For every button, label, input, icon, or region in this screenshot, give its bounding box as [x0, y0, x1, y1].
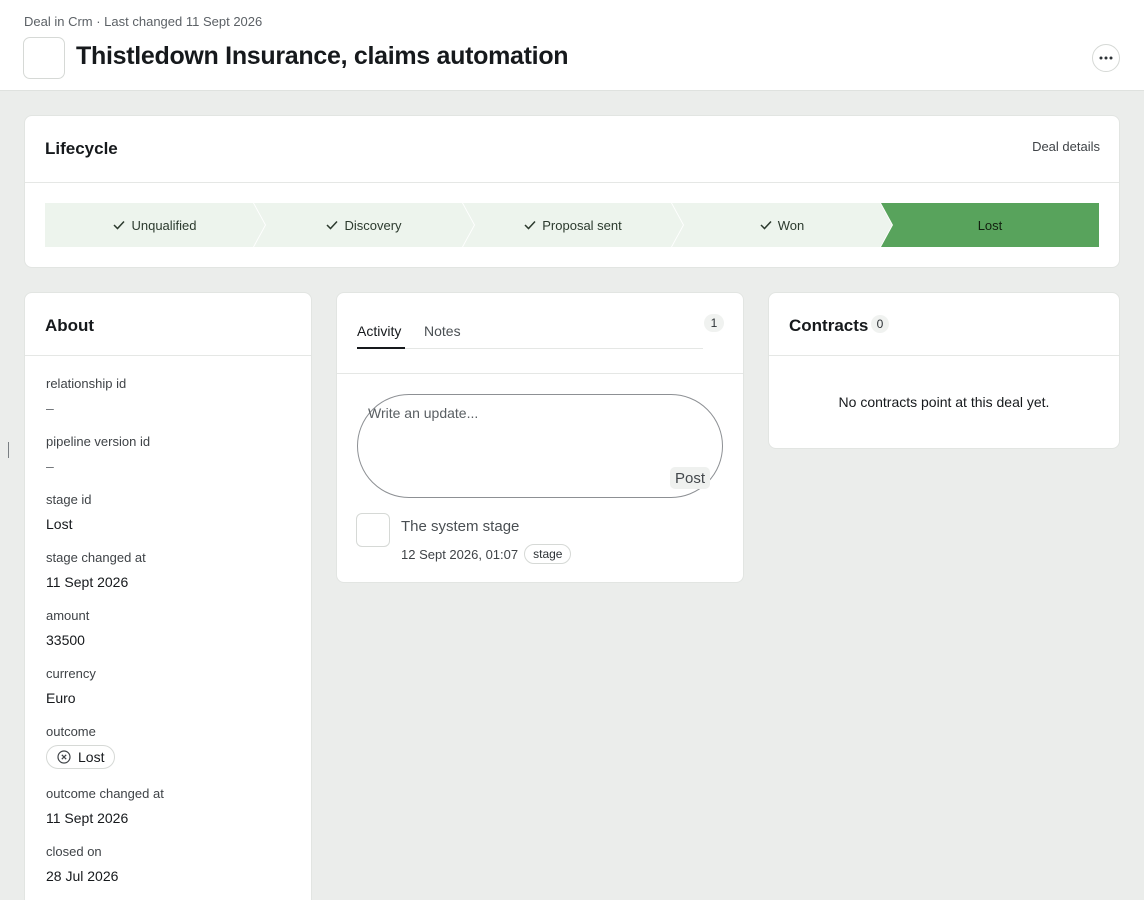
stage-label: Proposal sent: [542, 217, 622, 233]
activity-card: Activity Notes 1 Post The system stage 1…: [336, 292, 744, 583]
stage-proposal-sent[interactable]: Proposal sent: [463, 203, 683, 247]
contracts-count-badge: 0: [871, 315, 889, 333]
tab-divider: [357, 348, 703, 349]
field-value: 11 Sept 2026: [46, 810, 129, 826]
event-title: The system stage: [401, 518, 520, 535]
field-label: currency: [46, 666, 96, 681]
contracts-empty-state: No contracts point at this deal yet.: [838, 394, 1050, 410]
event-tag: stage: [524, 544, 572, 564]
activity-count-badge: 1: [704, 314, 724, 332]
post-button[interactable]: Post: [670, 467, 711, 489]
contracts-divider: [769, 355, 1119, 356]
more-actions-button[interactable]: [1092, 44, 1120, 72]
field-amount: amount 33500: [46, 608, 89, 648]
stage-pipeline: Unqualified Discovery Proposal sent Won …: [45, 203, 1099, 247]
field-value: 33500: [46, 632, 85, 648]
stage-discovery[interactable]: Discovery: [254, 203, 474, 247]
check-icon: [760, 220, 772, 230]
check-icon: [113, 220, 125, 230]
stage-label: Discovery: [344, 217, 402, 233]
lifecycle-title: Lifecycle: [45, 139, 118, 158]
page-header: Deal in Crm · Last changed 11 Sept 2026 …: [0, 0, 1144, 91]
lifecycle-card: Lifecycle Deal details Unqualified Disco…: [24, 115, 1120, 268]
field-value: 11 Sept 2026: [46, 574, 129, 590]
field-closed-on: closed on 28 Jul 2026: [46, 844, 118, 884]
x-circle-icon: [57, 750, 71, 764]
about-title: About: [45, 316, 95, 335]
outcome-badge: Lost: [46, 745, 116, 769]
field-label: pipeline version id: [46, 434, 151, 449]
field-value: –: [46, 458, 54, 474]
stage-won[interactable]: Won: [672, 203, 892, 247]
about-divider: [25, 355, 311, 356]
outcome-value: Lost: [78, 749, 105, 765]
field-label: outcome: [46, 724, 96, 739]
stage-label: Won: [777, 217, 805, 233]
tab-activity[interactable]: Activity: [357, 323, 401, 339]
field-label: amount: [46, 608, 90, 623]
field-label: stage changed at: [46, 550, 146, 565]
event-avatar: [356, 513, 390, 547]
field-pipeline-version-id: pipeline version id –: [46, 434, 150, 474]
contracts-card: Contracts 0 No contracts point at this d…: [768, 292, 1120, 449]
event-meta: 12 Sept 2026, 01:07 stage: [401, 544, 572, 564]
stage-lost[interactable]: Lost: [881, 203, 1099, 247]
field-stage-id: stage id Lost: [46, 492, 92, 532]
panel-resize-handle[interactable]: [8, 442, 9, 458]
field-currency: currency Euro: [46, 666, 96, 706]
tab-notes[interactable]: Notes: [424, 323, 461, 339]
field-label: stage id: [46, 492, 92, 507]
field-label: relationship id: [46, 376, 127, 391]
field-value: –: [46, 400, 54, 416]
lifecycle-divider: [25, 182, 1119, 183]
field-value: 28 Jul 2026: [46, 868, 119, 884]
event-timestamp: 12 Sept 2026, 01:07: [401, 546, 519, 562]
field-value: Euro: [46, 690, 76, 706]
deal-avatar: [23, 37, 65, 79]
active-tab-indicator: [357, 347, 405, 349]
update-composer: Post: [357, 394, 723, 498]
activity-divider: [337, 373, 743, 374]
breadcrumb: Deal in Crm · Last changed 11 Sept 2026: [24, 14, 263, 29]
field-label: outcome changed at: [46, 786, 164, 801]
more-horizontal-icon: [1099, 56, 1113, 60]
field-relationship-id: relationship id –: [46, 376, 126, 416]
field-outcome-changed-at: outcome changed at 11 Sept 2026: [46, 786, 164, 826]
update-input[interactable]: [368, 405, 668, 465]
contracts-title: Contracts: [789, 316, 869, 335]
field-label: closed on: [46, 844, 102, 859]
field-stage-changed-at: stage changed at 11 Sept 2026: [46, 550, 146, 590]
field-value: Lost: [46, 516, 73, 532]
stage-label: Lost: [977, 217, 1003, 233]
check-icon: [524, 220, 536, 230]
stage-unqualified[interactable]: Unqualified: [45, 203, 265, 247]
deal-details-link[interactable]: Deal details: [1032, 139, 1100, 154]
about-card: About relationship id – pipeline version…: [24, 292, 312, 900]
page-title: Thistledown Insurance, claims automation: [76, 42, 569, 70]
stage-label: Unqualified: [131, 217, 197, 233]
field-outcome: outcome Lost: [46, 724, 116, 769]
check-icon: [326, 220, 338, 230]
